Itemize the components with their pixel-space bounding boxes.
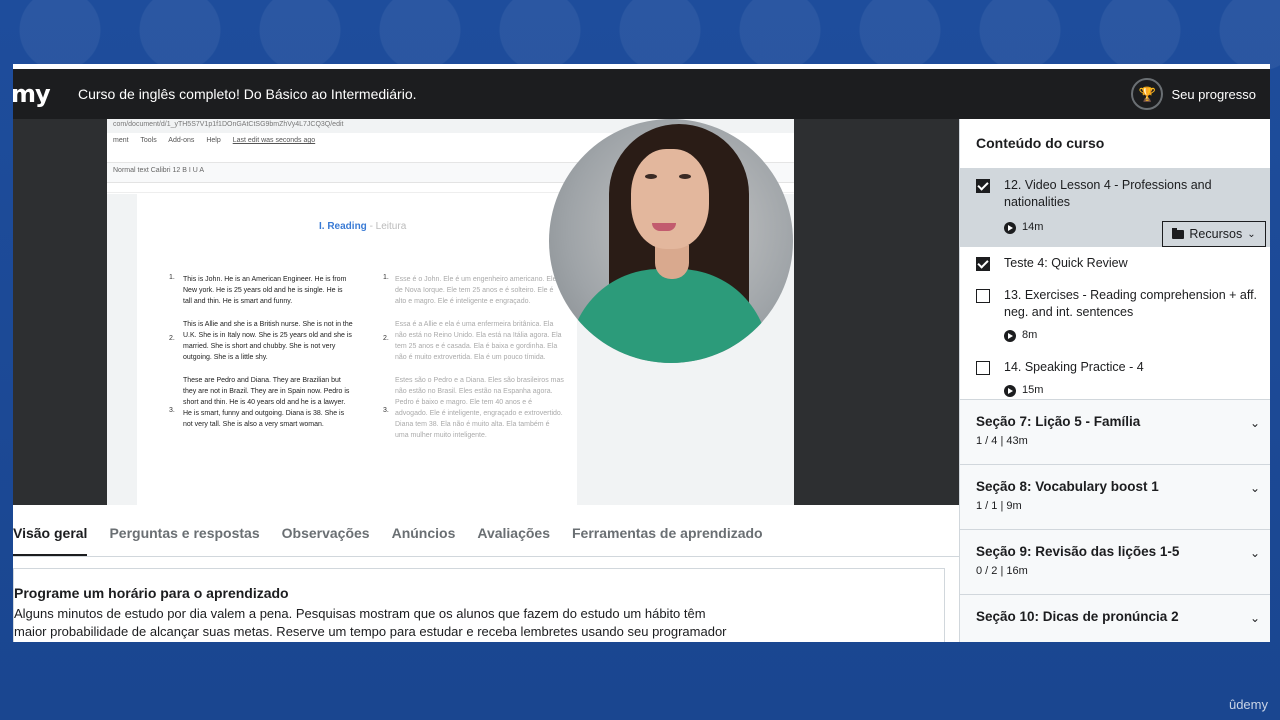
video-player[interactable]: com/document/d/1_yTH5S7V1p1f1DOnGAtCtSG9… [13,119,959,505]
section-title: Seção 10: Dicas de pronúncia 2 [976,609,1179,624]
doc-paragraph: Esse é o John. Ele é um engenheiro ameri… [395,276,563,305]
doc-menu-item: Last edit was seconds ago [232,137,316,144]
chevron-down-icon: ⌄ [1249,611,1260,625]
tab-notes[interactable]: Observações [282,515,370,556]
panel-text: Alguns minutos de estudo por dia valem a… [14,606,727,639]
section-title: Seção 9: Revisão das lições 1-5 [976,544,1180,559]
course-tabs: Visão geral Perguntas e respostas Observ… [13,515,959,557]
section-item[interactable]: Seção 7: Lição 5 - Família 1 / 4 | 43m ⌄ [960,399,1270,464]
doc-paragraph: Essa é a Allie e ela é uma enfermeira br… [395,321,562,361]
doc-column-english: This is John. He is an American Engineer… [183,274,353,442]
doc-paragraph: This is John. He is an American Engineer… [183,276,347,305]
lesson-title: Teste 4: Quick Review [1004,256,1128,270]
lesson-duration: 15m [1022,384,1044,396]
doc-menu-item: Tools [140,137,157,144]
panel-title: Programe um horário para o aprendizado [14,585,289,601]
tab-reviews[interactable]: Avaliações [477,515,550,556]
doc-heading-muted: - Leitura [366,221,407,232]
resources-label: Recursos [1189,226,1243,241]
lesson-duration: 8m [1022,329,1038,341]
section-item[interactable]: Seção 8: Vocabulary boost 1 1 / 1 | 9m ⌄ [960,464,1270,529]
section-progress: 1 / 1 | 9m [976,500,1022,512]
doc-paragraph: This is Allie and she is a British nurse… [183,321,353,361]
tab-learning-tools[interactable]: Ferramentas de aprendizado [572,515,763,556]
doc-column-portuguese: Esse é o John. Ele é um engenheiro ameri… [395,274,565,453]
schedule-panel: Programe um horário para o aprendizado A… [13,568,945,642]
progress-label: Seu progresso [1171,86,1256,102]
chevron-down-icon: ⌄ [1247,228,1256,240]
section-title: Seção 7: Lição 5 - Família [976,414,1141,429]
lesson-meta: 15m [1004,382,1258,399]
top-bar: my Curso de inglês completo! Do Básico a… [13,69,1270,119]
eye [679,174,691,179]
tab-announcements[interactable]: Anúncios [392,515,456,556]
section-title: Seção 8: Vocabulary boost 1 [976,479,1159,494]
resources-button[interactable]: Recursos ⌄ [1162,221,1266,247]
doc-number: 3. [383,407,389,414]
lesson-meta: 8m [1004,327,1258,344]
doc-paragraph: Estes são o Pedro e a Diana. Eles são br… [395,377,564,439]
section-progress: 0 / 2 | 16m [976,565,1028,577]
doc-number: 1. [169,274,175,281]
section-item[interactable]: Seção 10: Dicas de pronúncia 2 ⌄ [960,594,1270,642]
instructor-webcam [549,119,793,363]
lesson-title: 14. Speaking Practice - 4 [1004,360,1144,374]
doc-number: 1. [383,274,389,281]
doc-number: 2. [383,335,389,342]
trophy-icon: 🏆 [1131,78,1164,110]
tab-qa[interactable]: Perguntas e respostas [109,515,259,556]
lesson-item[interactable]: 12. Video Lesson 4 - Professions and nat… [960,169,1270,247]
doc-menu-item: Add-ons [168,137,195,144]
neck [655,245,689,279]
play-icon [1004,221,1016,234]
sidebar-heading: Conteúdo do curso [960,119,1270,169]
doc-heading: I. Reading - Leitura [319,221,406,232]
folder-icon [1172,227,1185,239]
lesson-checkbox[interactable] [976,257,990,271]
lesson-duration: 14m [1022,221,1044,233]
lesson-item[interactable]: 13. Exercises - Reading comprehension + … [960,279,1270,351]
doc-paragraph: These are Pedro and Diana. They are Braz… [183,377,350,428]
app-window: my Curso de inglês completo! Do Básico a… [13,64,1270,642]
doc-heading-main: I. Reading [319,221,367,232]
lesson-title: 12. Video Lesson 4 - Professions and nat… [1004,178,1212,209]
lesson-checkbox[interactable] [976,361,990,375]
tab-overview[interactable]: Visão geral [13,515,88,556]
section-item[interactable]: Seção 9: Revisão das lições 1-5 0 / 2 | … [960,529,1270,594]
section-progress: 1 / 4 | 43m [976,435,1028,447]
progress-button[interactable]: 🏆 Seu progresso [1131,78,1256,110]
play-icon [1004,384,1016,397]
face [631,149,709,249]
lesson-title: 13. Exercises - Reading comprehension + … [1004,288,1258,319]
doc-margin [107,194,137,505]
udemy-watermark: ûdemy [1228,697,1268,712]
course-content-sidebar: Conteúdo do curso 12. Video Lesson 4 - P… [959,119,1270,642]
eye [645,174,657,179]
chevron-down-icon: ⌄ [1249,481,1260,495]
lesson-item[interactable]: Teste 4: Quick Review [960,247,1270,279]
lesson-checkbox[interactable] [976,289,990,303]
course-title[interactable]: Curso de inglês completo! Do Básico ao I… [78,86,417,102]
lesson-checkbox[interactable] [976,179,990,193]
doc-number: 2. [169,335,175,342]
udemy-logo[interactable]: my [13,80,66,108]
chevron-down-icon: ⌄ [1249,416,1260,430]
chevron-down-icon: ⌄ [1249,546,1260,560]
doc-menu-item: ment [113,137,129,144]
play-icon [1004,329,1016,342]
doc-menu-item: Help [206,137,221,144]
doc-number: 3. [169,407,175,414]
lesson-item[interactable]: 14. Speaking Practice - 4 15m [960,351,1270,399]
